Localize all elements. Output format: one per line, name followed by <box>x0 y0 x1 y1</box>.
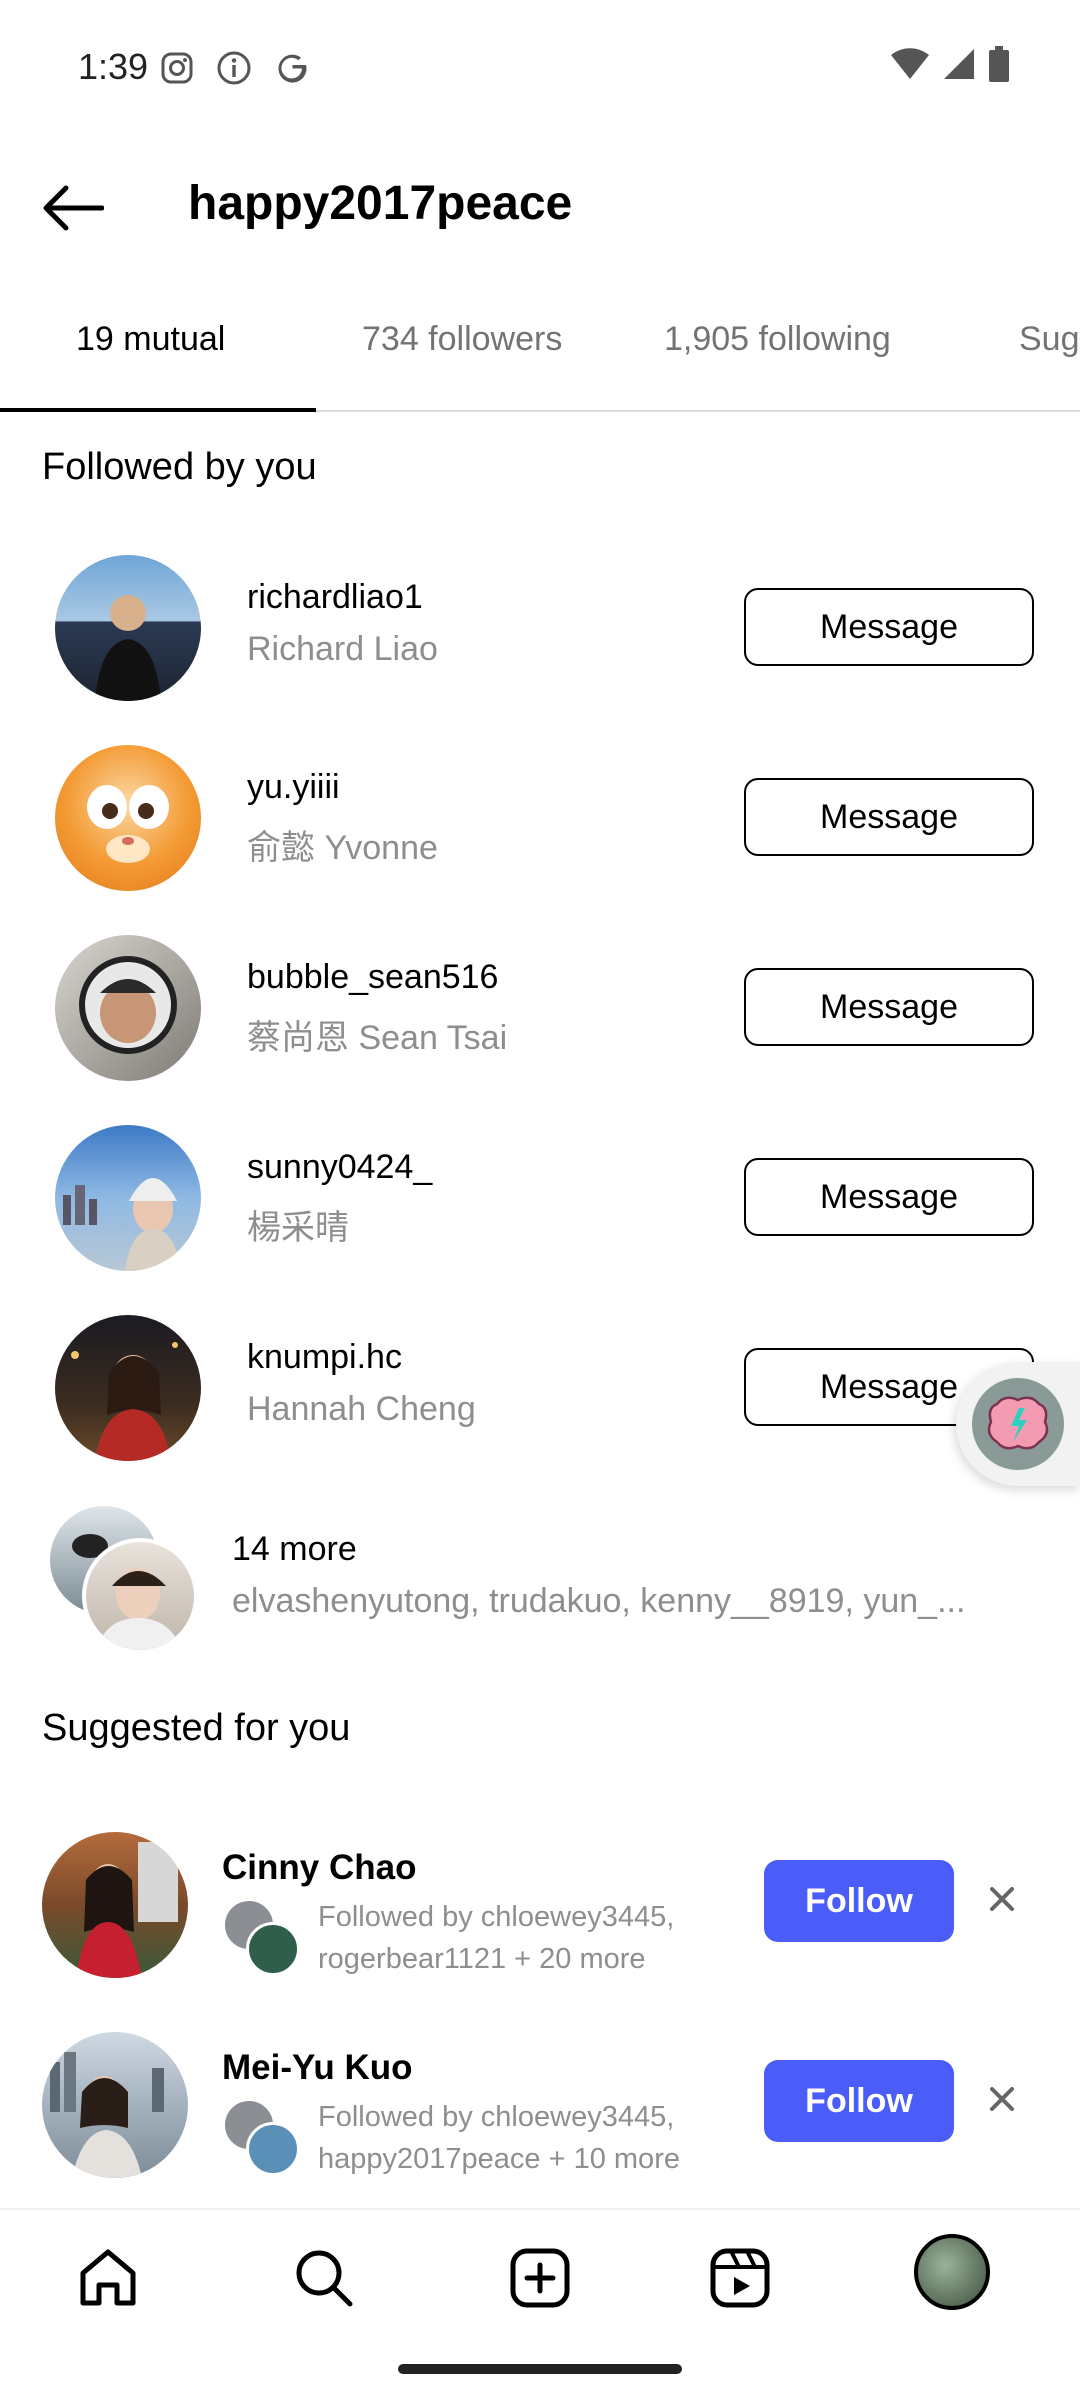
nav-reels[interactable] <box>700 2240 780 2320</box>
suggestion-item[interactable]: Cinny Chao Followed by chloewey3445, rog… <box>0 1826 1080 1986</box>
tab-followers[interactable]: 734 followers <box>362 320 562 359</box>
list-item[interactable]: yu.yiiii 俞懿 Yvonne Message <box>0 740 1080 900</box>
status-icons-right <box>890 46 1010 87</box>
list-item[interactable]: knumpi.hc Hannah Cheng Message <box>0 1310 1080 1470</box>
tab-bar: 19 mutual 734 followers 1,905 following … <box>0 300 1080 412</box>
avatar[interactable] <box>55 555 201 701</box>
avatar[interactable] <box>55 935 201 1081</box>
list-item[interactable]: richardliao1 Richard Liao Message <box>0 550 1080 710</box>
add-post-icon <box>509 2247 571 2314</box>
nav-create[interactable] <box>500 2240 580 2320</box>
avatar <box>82 1538 198 1654</box>
suggested-name[interactable]: Mei-Yu Kuo <box>222 2048 413 2088</box>
avatar[interactable] <box>55 1125 201 1271</box>
google-icon <box>274 50 310 91</box>
full-name: 蔡尚恩 Sean Tsai <box>247 1019 508 1057</box>
avatar <box>246 2122 300 2176</box>
message-button[interactable]: Message <box>744 968 1034 1046</box>
full-name: 楊采晴 <box>247 1209 349 1247</box>
close-icon <box>989 1886 1015 1917</box>
tab-suggested[interactable]: Sug <box>1019 320 1080 359</box>
more-count: 14 more <box>232 1530 357 1568</box>
search-icon <box>293 2247 355 2314</box>
avatar <box>246 1922 300 1976</box>
suggested-for-you-heading: Suggested for you <box>42 1707 351 1749</box>
status-icons-left <box>160 50 310 91</box>
signal-icon <box>942 47 976 86</box>
followed-by-line: Followed by chloewey3445, <box>318 2101 675 2133</box>
followed-by-line: happy2017peace + 10 more <box>318 2143 680 2175</box>
username[interactable]: knumpi.hc <box>247 1338 402 1377</box>
username[interactable]: yu.yiiii <box>247 768 340 807</box>
active-tab-indicator <box>0 408 316 412</box>
back-arrow-icon <box>42 185 105 236</box>
reels-icon <box>709 2247 771 2314</box>
tab-following[interactable]: 1,905 following <box>664 320 891 359</box>
message-button[interactable]: Message <box>744 1158 1034 1236</box>
message-button[interactable]: Message <box>744 778 1034 856</box>
close-icon <box>989 2086 1015 2117</box>
nav-profile[interactable] <box>912 2232 992 2312</box>
wifi-icon <box>890 47 930 86</box>
list-item[interactable]: bubble_sean516 蔡尚恩 Sean Tsai Message <box>0 930 1080 1090</box>
page-title: happy2017peace <box>188 177 573 230</box>
more-mutuals-row[interactable]: 14 more elvashenyutong, trudakuo, kenny_… <box>0 1500 1080 1654</box>
nav-search[interactable] <box>284 2240 364 2320</box>
avatar[interactable] <box>55 1315 201 1461</box>
dismiss-button[interactable] <box>982 2081 1022 2121</box>
message-button[interactable]: Message <box>744 588 1034 666</box>
dismiss-button[interactable] <box>982 1881 1022 1921</box>
avatar[interactable] <box>55 745 201 891</box>
username[interactable]: sunny0424_ <box>247 1148 432 1187</box>
follow-button[interactable]: Follow <box>764 1860 954 1942</box>
full-name: Hannah Cheng <box>247 1390 476 1428</box>
floating-assistant-bubble[interactable] <box>956 1362 1080 1486</box>
battery-icon <box>988 46 1010 87</box>
home-indicator <box>398 2364 682 2374</box>
info-icon <box>216 50 252 91</box>
followed-by-line: Followed by chloewey3445, <box>318 1901 675 1933</box>
followed-by-line: rogerbear1121 + 20 more <box>318 1943 646 1975</box>
full-name: Richard Liao <box>247 630 438 668</box>
username[interactable]: bubble_sean516 <box>247 958 498 997</box>
profile-avatar <box>914 2234 990 2310</box>
nav-home[interactable] <box>68 2240 148 2320</box>
list-item[interactable]: sunny0424_ 楊采晴 Message <box>0 1120 1080 1280</box>
avatar[interactable] <box>42 1832 188 1978</box>
back-button[interactable] <box>38 180 108 240</box>
home-icon <box>77 2247 139 2314</box>
username[interactable]: richardliao1 <box>247 578 423 617</box>
bottom-navigation <box>0 2208 1080 2340</box>
suggestion-item[interactable]: Mei-Yu Kuo Followed by chloewey3445, hap… <box>0 2026 1080 2186</box>
brain-icon <box>972 1378 1064 1470</box>
instagram-icon <box>160 51 194 90</box>
status-time: 1:39 <box>78 46 149 87</box>
suggested-name[interactable]: Cinny Chao <box>222 1848 416 1888</box>
tab-mutual[interactable]: 19 mutual <box>76 320 225 359</box>
full-name: 俞懿 Yvonne <box>247 829 438 867</box>
more-names: elvashenyutong, trudakuo, kenny__8919, y… <box>232 1582 966 1620</box>
avatar[interactable] <box>42 2032 188 2178</box>
followed-by-you-heading: Followed by you <box>42 446 317 488</box>
follow-button[interactable]: Follow <box>764 2060 954 2142</box>
